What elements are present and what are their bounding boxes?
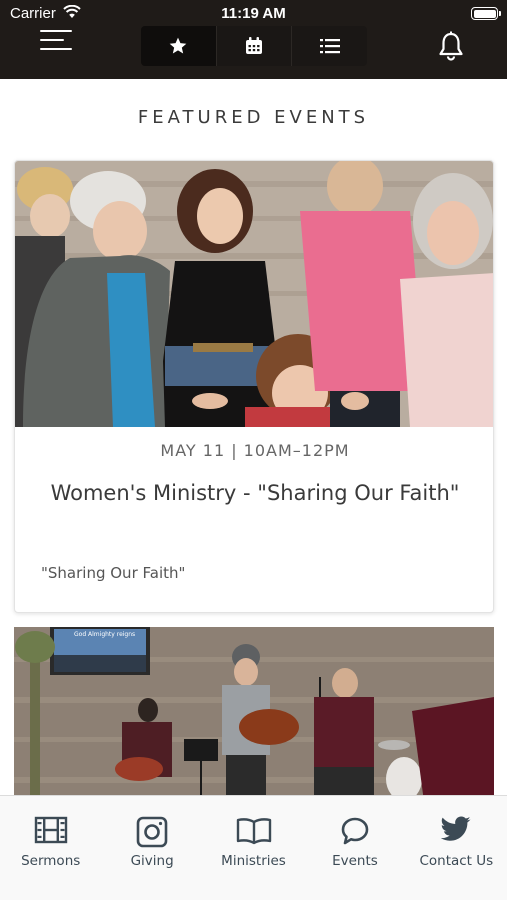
- segment-calendar[interactable]: [216, 26, 293, 66]
- segment-featured[interactable]: [141, 26, 217, 66]
- segment-list[interactable]: [292, 26, 367, 66]
- tab-ministries[interactable]: Ministries: [203, 796, 304, 900]
- clock: 11:19 AM: [221, 5, 286, 22]
- view-segmented-control: [141, 26, 367, 66]
- battery-icon: [471, 7, 501, 20]
- giving-icon: [136, 816, 168, 848]
- tab-events[interactable]: Events: [304, 796, 405, 900]
- main-content: FEATURED EVENTS MAY 11 | 10AM–12PM Women…: [0, 79, 507, 795]
- list-icon: [319, 39, 340, 54]
- film-icon: [34, 816, 67, 844]
- star-icon: [169, 37, 187, 54]
- app-header: Carrier 11:19 AM: [0, 0, 507, 79]
- event-photo: [15, 161, 493, 427]
- banner-text: God Almighty reigns: [74, 631, 135, 638]
- event-subtitle: "Sharing Our Faith": [41, 564, 186, 582]
- event-card[interactable]: God Almighty reigns: [14, 627, 494, 795]
- hamburger-icon[interactable]: [40, 30, 74, 52]
- book-icon: [236, 818, 271, 845]
- status-bar: Carrier 11:19 AM: [0, 0, 507, 26]
- tab-giving[interactable]: Giving: [101, 796, 202, 900]
- chat-bubble-icon: [341, 817, 369, 845]
- event-card[interactable]: MAY 11 | 10AM–12PM Women's Ministry - "S…: [14, 160, 494, 613]
- tab-bar: Sermons Giving Ministries Events Contact…: [0, 795, 507, 900]
- tab-label: Sermons: [21, 853, 81, 869]
- twitter-bird-icon: [441, 816, 471, 841]
- tab-label: Ministries: [221, 853, 286, 869]
- tab-sermons[interactable]: Sermons: [0, 796, 101, 900]
- section-title: FEATURED EVENTS: [137, 107, 370, 128]
- event-title: Women's Ministry - "Sharing Our Faith": [50, 481, 460, 505]
- event-photo: God Almighty reigns: [14, 627, 494, 795]
- tab-contact-us[interactable]: Contact Us: [406, 796, 507, 900]
- tab-label: Contact Us: [419, 853, 494, 869]
- event-date: MAY 11 | 10AM–12PM: [160, 441, 350, 460]
- tab-label: Giving: [130, 853, 174, 869]
- tab-label: Events: [332, 853, 378, 869]
- calendar-icon: [246, 37, 262, 54]
- bell-icon[interactable]: [437, 31, 465, 61]
